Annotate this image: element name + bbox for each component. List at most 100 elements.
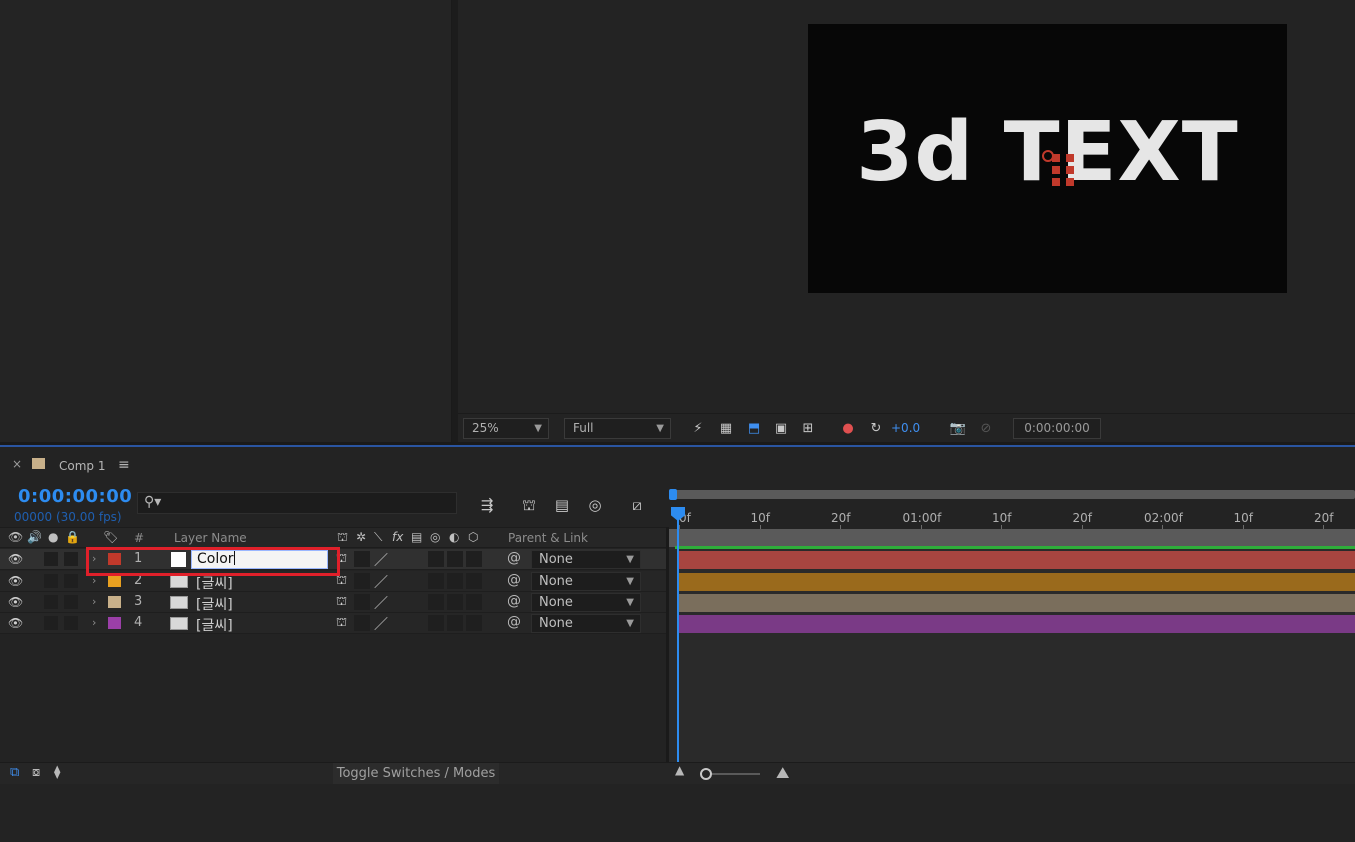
lock-icon[interactable]: 🔒 <box>65 530 80 544</box>
label-tag-icon[interactable]: 🏷 <box>103 530 118 544</box>
layer-row[interactable]: 👁 › 4 [글씨] ⛫ ／ @ None ▼ <box>0 613 666 634</box>
anchor-point-icon[interactable] <box>1042 150 1076 186</box>
parent-select[interactable]: None ▼ <box>531 614 641 633</box>
visibility-eye-icon[interactable]: 👁 <box>8 616 23 630</box>
viewer-timecode[interactable]: 0:00:00:00 <box>1013 418 1101 439</box>
motion-blur-switch[interactable] <box>428 594 444 610</box>
3d-switch[interactable] <box>466 573 482 589</box>
solo-icon[interactable]: ● <box>48 530 58 544</box>
expand-chevron-icon[interactable]: › <box>92 616 96 629</box>
playhead-line[interactable] <box>677 507 679 762</box>
collapse-switch[interactable] <box>354 551 370 567</box>
magnification-select[interactable]: 25% ▼ <box>463 418 549 439</box>
shy-switch-icon[interactable]: ⛫ <box>336 615 347 631</box>
parent-pickwhip-icon[interactable]: @ <box>507 614 521 630</box>
visibility-eye-icon[interactable]: 👁 <box>8 552 23 566</box>
parent-pickwhip-icon[interactable]: @ <box>507 572 521 588</box>
reset-exposure-icon[interactable]: ↻ <box>867 420 885 437</box>
layer-label-color[interactable] <box>108 596 121 608</box>
channel-color-icon[interactable]: ● <box>839 420 857 437</box>
collapse-switch[interactable] <box>354 615 370 631</box>
zoom-slider-track[interactable] <box>712 773 760 775</box>
grid-guides-icon[interactable]: ⊞ <box>799 420 817 437</box>
lock-toggle[interactable] <box>64 595 78 609</box>
composition-mini-flowchart-icon[interactable]: ⇶ <box>476 495 498 515</box>
work-area-start-handle[interactable] <box>669 489 677 500</box>
zoom-out-icon[interactable]: ▲ <box>675 763 684 777</box>
layer-search-input[interactable]: ⚲▾ <box>137 492 457 514</box>
motion-blur-icon[interactable]: ◎ <box>584 495 606 515</box>
layer-duration-bar[interactable] <box>678 594 1355 612</box>
shy-switch-icon[interactable]: ⛫ <box>336 594 347 610</box>
adjustment-switch[interactable] <box>447 551 463 567</box>
audio-speaker-icon[interactable]: 🔊 <box>27 530 42 544</box>
frame-blending-icon[interactable]: ▤ <box>551 495 573 515</box>
transparency-grid-icon[interactable]: ▦ <box>717 420 735 437</box>
motion-blur-switch[interactable] <box>428 573 444 589</box>
time-ruler[interactable]: 0f 10f 20f 01:00f 10f 20f 02:00f 10f 20f <box>669 487 1355 529</box>
layer-name[interactable]: [글씨] <box>196 573 233 593</box>
adjustment-switch[interactable] <box>447 615 463 631</box>
quality-slash-icon[interactable]: ／ <box>374 550 388 570</box>
mask-path-icon[interactable]: ⬒ <box>745 420 763 437</box>
lock-toggle[interactable] <box>64 552 78 566</box>
shy-layers-icon[interactable]: ⛫ <box>518 495 540 515</box>
in-out-pane-icon[interactable]: ⧫ <box>54 765 60 780</box>
composition-canvas[interactable]: 3d TEXT <box>808 24 1287 293</box>
visibility-eye-icon[interactable]: 👁 <box>8 595 23 609</box>
current-time-display[interactable]: 0:00:00:00 <box>18 486 132 507</box>
zoom-slider-knob[interactable] <box>700 768 712 780</box>
zoom-in-icon[interactable]: ⛰ <box>776 763 789 783</box>
collapse-switch[interactable] <box>354 573 370 589</box>
solo-toggle[interactable] <box>44 552 58 566</box>
lock-toggle[interactable] <box>64 616 78 630</box>
work-area-bar[interactable] <box>669 490 1355 499</box>
timeline-panel[interactable]: × Comp 1 ≡ 0:00:00:00 00000 (30.00 fps) … <box>0 447 1355 842</box>
panel-menu-icon[interactable]: ≡ <box>118 457 130 473</box>
collapse-switch[interactable] <box>354 594 370 610</box>
quality-slash-icon[interactable]: ／ <box>374 593 388 613</box>
adjustment-switch[interactable] <box>447 573 463 589</box>
fast-preview-icon[interactable]: ⚡ <box>689 420 707 437</box>
show-snapshot-icon[interactable]: ⊘ <box>977 420 995 437</box>
parent-select[interactable]: None ▼ <box>531 572 641 591</box>
motion-blur-switch[interactable] <box>428 615 444 631</box>
solo-toggle[interactable] <box>44 616 58 630</box>
toggle-switches-modes-button[interactable]: Toggle Switches / Modes <box>333 763 499 784</box>
layer-duration-bar[interactable] <box>678 551 1355 569</box>
layer-row[interactable]: 👁 › 3 [글씨] ⛫ ／ @ None ▼ <box>0 592 666 613</box>
parent-pickwhip-icon[interactable]: @ <box>507 593 521 609</box>
parent-select[interactable]: None ▼ <box>531 593 641 612</box>
solo-toggle[interactable] <box>44 595 58 609</box>
layer-label-color[interactable] <box>108 575 121 587</box>
video-eye-icon[interactable]: 👁 <box>8 530 23 544</box>
resolution-select[interactable]: Full ▼ <box>564 418 671 439</box>
composition-viewer[interactable]: 3d TEXT 25% ▼ Full ▼ ⚡ ▦ ⬒ ▣ ⊞ ● ↻ +0.0 … <box>458 0 1355 442</box>
parent-select[interactable]: None ▼ <box>531 550 641 569</box>
camera-snapshot-icon[interactable]: 📷 <box>949 420 967 437</box>
3d-switch[interactable] <box>466 615 482 631</box>
layer-name[interactable]: [글씨] <box>196 615 233 635</box>
layer-switches-pane-icon[interactable]: ⧉ <box>10 765 19 780</box>
column-layer-name[interactable]: Layer Name <box>174 531 247 545</box>
layer-duration-bar[interactable] <box>678 615 1355 633</box>
adjustment-switch[interactable] <box>447 594 463 610</box>
expand-chevron-icon[interactable]: › <box>92 595 96 608</box>
3d-switch[interactable] <box>466 594 482 610</box>
region-of-interest-icon[interactable]: ▣ <box>772 420 790 437</box>
quality-slash-icon[interactable]: ／ <box>374 572 388 592</box>
layer-label-color[interactable] <box>108 617 121 629</box>
modes-pane-icon[interactable]: ⧇ <box>32 765 40 780</box>
column-parent-link[interactable]: Parent & Link <box>508 531 588 545</box>
layer-list-empty-area[interactable] <box>0 636 666 762</box>
solo-toggle[interactable] <box>44 574 58 588</box>
visibility-eye-icon[interactable]: 👁 <box>8 574 23 588</box>
3d-switch[interactable] <box>466 551 482 567</box>
exposure-value[interactable]: +0.0 <box>891 420 920 437</box>
close-icon[interactable]: × <box>12 457 22 471</box>
graph-editor-icon[interactable]: ⧄ <box>626 495 648 515</box>
motion-blur-switch[interactable] <box>428 551 444 567</box>
quality-slash-icon[interactable]: ／ <box>374 614 388 634</box>
parent-pickwhip-icon[interactable]: @ <box>507 550 521 566</box>
lock-toggle[interactable] <box>64 574 78 588</box>
